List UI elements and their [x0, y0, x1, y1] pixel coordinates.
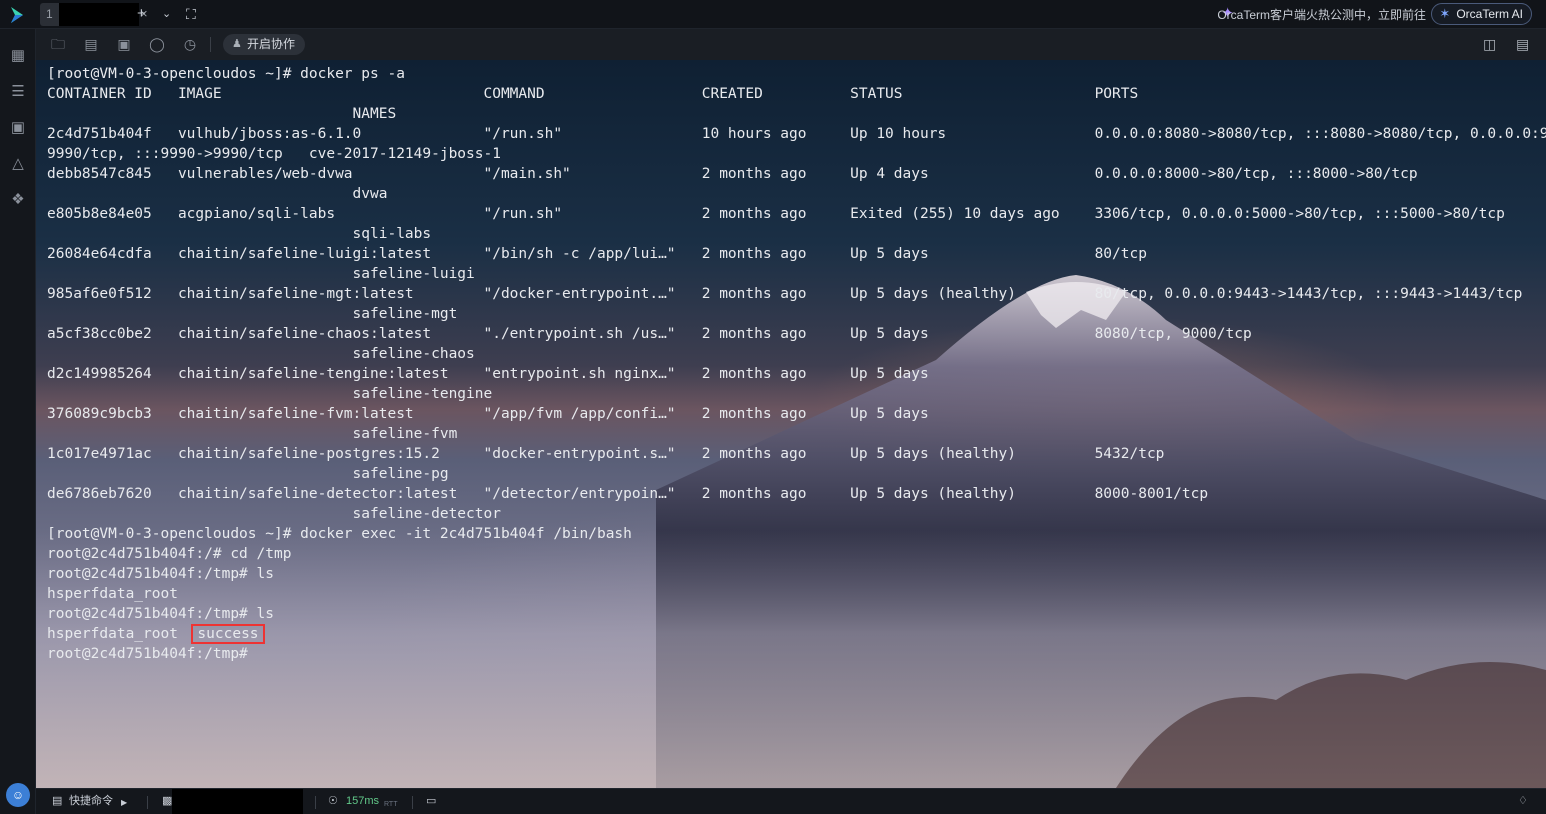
terminal-toolbar: 🗀 ▤ ▣ ◯ ◷ ♟ 开启协作 ◫ ▤ [36, 29, 1546, 60]
terminal-line: safeline-pg [47, 466, 449, 482]
tab-title-redacted [59, 3, 139, 26]
terminal-line: 2c4d751b404f vulhub/jboss:as-6.1.0 "/run… [47, 126, 1546, 142]
network-globe-icon: ☉ [328, 795, 338, 807]
terminal-prompt[interactable]: root@2c4d751b404f:/tmp# [47, 644, 1546, 664]
ls-entry: hsperfdata_root [47, 626, 178, 642]
user-add-icon: ♟ [232, 38, 242, 50]
new-tab-plus-icon[interactable]: + [137, 4, 146, 24]
bell-alert-icon[interactable]: △ [9, 155, 27, 173]
terminal-line: safeline-mgt [47, 306, 458, 322]
plugin-puzzle-icon[interactable]: ❖ [9, 191, 27, 209]
terminal-output[interactable]: [root@VM-0-3-opencloudos ~]# docker ps -… [36, 60, 1546, 788]
highlighted-success-entry: success [191, 624, 265, 644]
notification-bell-icon[interactable]: ♢ [1518, 794, 1528, 808]
terminal-line: 985af6e0f512 chaitin/safeline-mgt:latest… [47, 286, 1523, 302]
top-tab-bar: 1 × + ⌄ ⛶ ✦ OrcaTerm客户端火热公测中，立即前往 ✶ Orca… [0, 0, 1546, 29]
tab-number: 1 [46, 7, 53, 21]
host-info-redacted [172, 789, 303, 814]
terminal-line: debb8547c845 vulnerables/web-dvwa "/main… [47, 166, 1418, 182]
status-divider [147, 796, 148, 809]
terminal-line: e805b8e84e05 acgpiano/sqli-labs "/run.sh… [47, 206, 1505, 222]
server-list-icon[interactable]: ☰ [9, 83, 27, 101]
apps-grid-icon[interactable]: ▦ [9, 47, 27, 65]
user-avatar[interactable]: ☺ [6, 783, 30, 807]
caret-right-icon[interactable]: ▶ [121, 796, 127, 810]
terminal-line: 9990/tcp, :::9990->9990/tcp cve-2017-121… [47, 146, 501, 162]
terminal-lines: [root@VM-0-3-opencloudos ~]# docker ps -… [47, 64, 1546, 664]
ai-button-label: OrcaTerm AI [1456, 7, 1523, 21]
status-divider [412, 796, 413, 809]
toolbar-divider [210, 37, 211, 52]
lock-icon: ▩ [162, 795, 173, 807]
screenshot-icon[interactable]: ▣ [115, 36, 133, 52]
terminal-line: dvwa [47, 186, 388, 202]
terminal-line: sqli-labs [47, 226, 432, 242]
status-bar: ▤ 快捷命令 ▶ ▩ ☉ 157ms RTT ▭ ♢ [36, 788, 1546, 814]
terminal-line: hsperfdata_root [47, 586, 178, 602]
orcaterm-logo-icon [11, 7, 23, 23]
left-sidebar: ▦ ☰ ▣ △ ❖ ☺ [0, 29, 36, 814]
terminal-line-ls-output: hsperfdata_root success [47, 624, 1546, 644]
split-horizontal-icon[interactable]: ▤ [1516, 36, 1529, 52]
terminal-line: 26084e64cdfa chaitin/safeline-luigi:late… [47, 246, 1147, 262]
terminal-line: 1c017e4971ac chaitin/safeline-postgres:1… [47, 446, 1165, 462]
rtt-label: RTT [384, 801, 398, 808]
terminal-line: [root@VM-0-3-opencloudos ~]# docker exec… [47, 526, 632, 542]
ping-latency: 157ms [346, 795, 380, 807]
terminal-line: safeline-fvm [47, 426, 458, 442]
terminal-line: root@2c4d751b404f:/tmp# ls [47, 566, 274, 582]
history-icon[interactable]: ◷ [181, 36, 199, 52]
promo-link[interactable]: OrcaTerm客户端火热公测中，立即前往 [1217, 6, 1426, 23]
terminal-line: safeline-luigi [47, 266, 475, 282]
start-collab-button[interactable]: ♟ 开启协作 [223, 34, 306, 55]
status-divider [315, 796, 316, 809]
terminal-line: root@2c4d751b404f:/tmp# ls [47, 606, 274, 622]
terminal-line: NAMES [47, 106, 397, 122]
shield-icon[interactable]: ◯ [148, 36, 166, 52]
quick-command-label[interactable]: 快捷命令 [69, 794, 113, 808]
terminal-line: 376089c9bcb3 chaitin/safeline-fvm:latest… [47, 406, 929, 422]
folder-icon[interactable]: 🗀 [49, 36, 67, 52]
file-transfer-icon[interactable]: ▤ [82, 36, 100, 52]
orcaterm-ai-button[interactable]: ✶ OrcaTerm AI [1431, 3, 1532, 25]
terminal-line: a5cf38cc0be2 chaitin/safeline-chaos:late… [47, 326, 1252, 342]
quick-command-icon[interactable]: ▤ [52, 794, 62, 808]
fullscreen-icon[interactable]: ⛶ [186, 4, 196, 24]
message-icon[interactable]: ▭ [426, 794, 436, 808]
split-vertical-icon[interactable]: ◫ [1483, 36, 1496, 52]
terminal-line: d2c149985264 chaitin/safeline-tengine:la… [47, 366, 929, 382]
session-tab[interactable]: 1 × [40, 3, 148, 26]
ai-sparkle-icon: ✶ [1439, 6, 1451, 21]
tab-dropdown-chevron-icon[interactable]: ⌄ [162, 4, 171, 24]
collab-label: 开启协作 [247, 37, 296, 51]
terminal-line: safeline-tengine [47, 386, 493, 402]
terminal-line: safeline-chaos [47, 346, 475, 362]
terminal-line: root@2c4d751b404f:/# cd /tmp [47, 546, 292, 562]
terminal-line: de6786eb7620 chaitin/safeline-detector:l… [47, 486, 1209, 502]
terminal-line: CONTAINER ID IMAGE COMMAND CREATED STATU… [47, 86, 1139, 102]
terminal-line: [root@VM-0-3-opencloudos ~]# docker ps -… [47, 66, 405, 82]
terminal-line: safeline-detector [47, 506, 501, 522]
inbox-icon[interactable]: ▣ [9, 119, 27, 137]
